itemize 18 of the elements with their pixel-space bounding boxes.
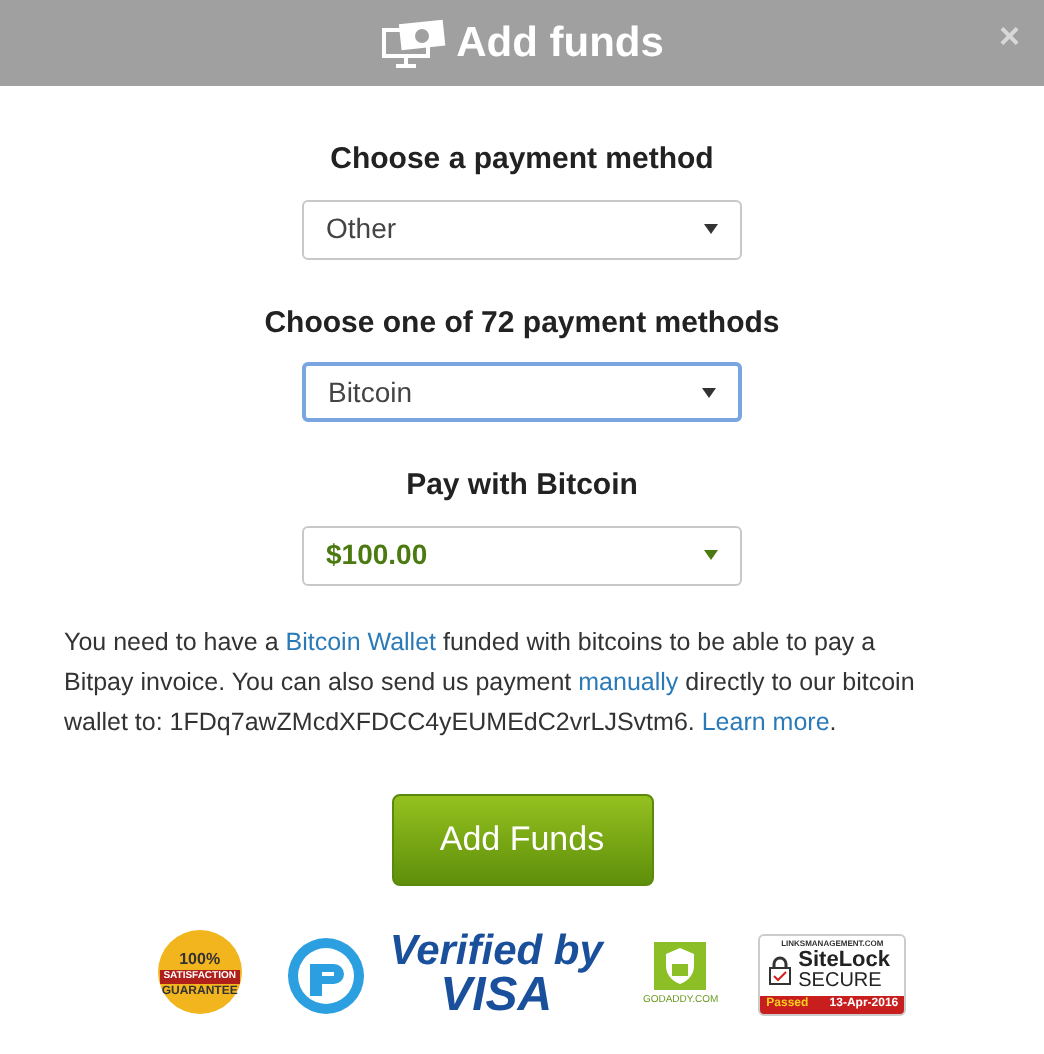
text-link[interactable]: manually — [578, 667, 679, 695]
field-label: Choose a payment method — [330, 140, 714, 180]
dropdown[interactable]: Other — [302, 199, 742, 259]
caret-icon — [701, 387, 716, 397]
caret-icon — [704, 224, 718, 234]
verified-by-visa-logo: Verified by VISA — [389, 930, 603, 1020]
field-label: Pay with Bitcoin — [406, 466, 638, 506]
field-label: Choose one of 72 payment methods — [264, 303, 780, 343]
caret-icon — [704, 550, 718, 560]
payment-notice: You need to have a Bitcoin Wallet funded with bitcoins to be able to pay a Bitpay invoice. You can also send us payment manually directly to our bitcoin wallet to: 1FDq7awZMcdXFDCC4yEUMEdC2vrLJSvtm6. Learn more. — [64, 625, 917, 740]
dropdown[interactable]: $100.00 — [302, 525, 742, 585]
window-title: Add funds — [456, 17, 664, 70]
payment-logo-icon — [285, 935, 366, 1015]
add-funds-button[interactable]: Add Funds — [391, 793, 653, 885]
money-monitor-icon — [380, 17, 449, 69]
dropdown[interactable]: Bitcoin — [301, 362, 742, 422]
text-link[interactable]: Bitcoin Wallet — [285, 627, 437, 655]
text-link[interactable]: Learn more — [701, 707, 830, 735]
